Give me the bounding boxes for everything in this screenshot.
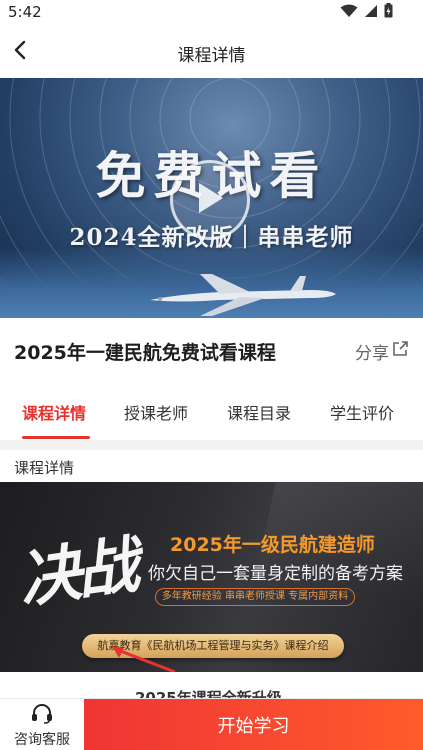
active-tab-indicator (22, 436, 90, 439)
status-icons (340, 2, 393, 22)
play-icon (195, 181, 225, 219)
share-button[interactable]: 分享 (355, 339, 409, 364)
airplane-image (140, 270, 340, 318)
start-learning-button[interactable]: 开始学习 (84, 699, 423, 750)
bottom-action-bar: 咨询客服 开始学习 (0, 698, 423, 750)
page-title: 课程详情 (177, 46, 246, 66)
share-icon (391, 340, 409, 363)
section-divider (0, 440, 423, 450)
tab-teachers[interactable]: 授课老师 (124, 400, 188, 424)
status-bar: 5:42 (0, 0, 423, 26)
details-section-label: 课程详情 (14, 459, 75, 477)
customer-service-label: 咨询客服 (14, 731, 70, 748)
tab-bar: 课程详情 授课老师 课程目录 学生评价 (0, 384, 423, 439)
course-title: 2025年一建民航免费试看课程 (14, 342, 276, 364)
tab-course-details[interactable]: 课程详情 (22, 400, 86, 424)
wifi-icon (340, 3, 358, 22)
course-poster: 决战 2025年一级民航建造师 你欠自己一套量身定制的备考方案 多年教研经验 串… (0, 482, 423, 672)
video-player[interactable]: 免费试看 2024全新改版｜串串老师 (0, 78, 423, 318)
tab-reviews[interactable]: 学生评价 (330, 400, 394, 424)
share-label: 分享 (355, 344, 389, 364)
headset-icon (30, 702, 54, 728)
cellular-signal-icon (364, 3, 378, 22)
nav-bar: 课程详情 (0, 26, 423, 78)
battery-icon (384, 2, 393, 22)
play-button[interactable] (170, 160, 250, 240)
tab-catalog[interactable]: 课程目录 (227, 400, 291, 424)
status-time: 5:42 (8, 3, 42, 21)
customer-service-button[interactable]: 咨询客服 (0, 699, 84, 750)
course-header: 2025年一建民航免费试看课程 分享 (0, 318, 423, 382)
poster-arrow-decoration (112, 646, 176, 672)
